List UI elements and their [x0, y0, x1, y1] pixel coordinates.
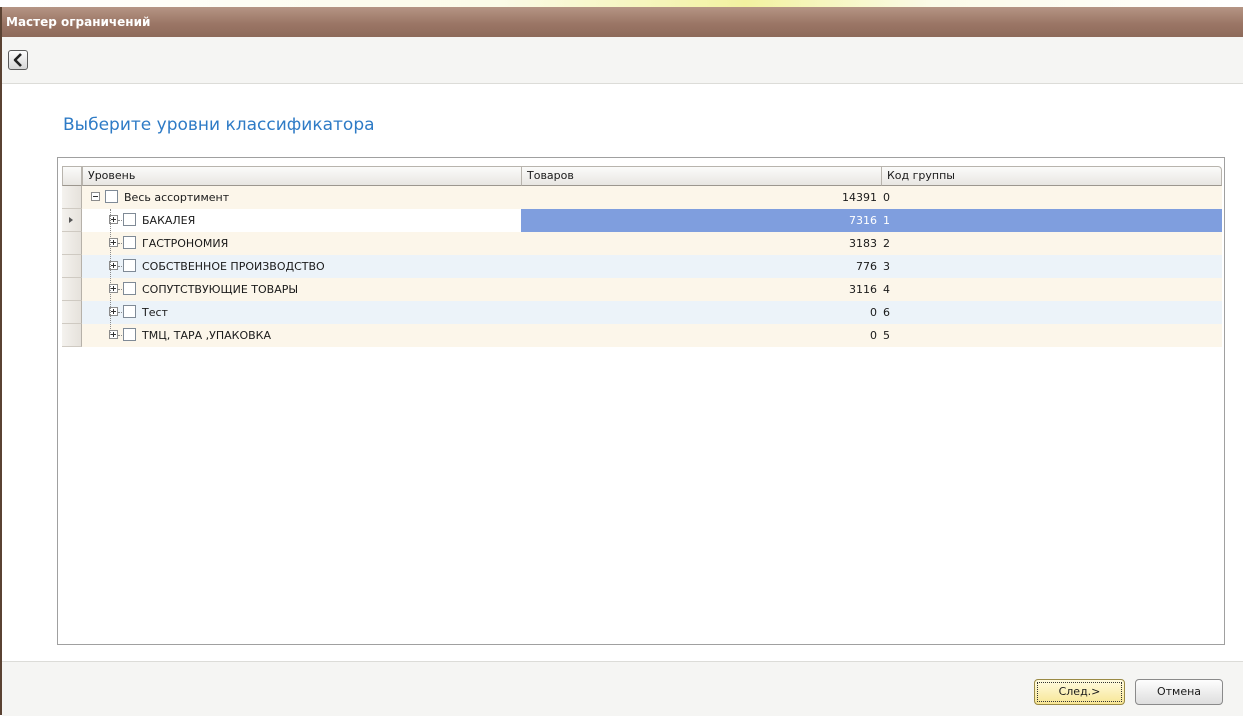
level-label: ТМЦ, ТАРА ,УПАКОВКА: [142, 329, 271, 342]
count-cell: 3183: [521, 232, 881, 255]
level-label: Тест: [142, 306, 168, 319]
count-cell: 14391: [521, 186, 881, 209]
row-checkbox[interactable]: [123, 282, 136, 295]
cancel-button[interactable]: Отмена: [1135, 679, 1223, 705]
row-indicator: [62, 209, 82, 232]
toolbar: [2, 37, 1243, 84]
wizard-footer: След.> Отмена: [2, 661, 1243, 716]
column-header-count[interactable]: Товаров: [521, 166, 882, 186]
level-cell: СОБСТВЕННОЕ ПРОИЗВОДСТВО: [82, 255, 521, 278]
level-cell: Весь ассортимент: [82, 186, 521, 209]
wizard-window: Мастер ограничений Выберите уровни класс…: [0, 7, 1243, 716]
desktop-background: [0, 0, 1243, 7]
tree-connector: [118, 289, 122, 290]
table-row[interactable]: СОБСТВЕННОЕ ПРОИЗВОДСТВО 776 3: [62, 255, 1222, 278]
level-cell: ГАСТРОНОМИЯ: [82, 232, 521, 255]
row-indicator: [62, 278, 82, 301]
group-code-cell: 3: [881, 255, 1222, 278]
group-code-cell: 1: [881, 209, 1222, 232]
tree-connector: [118, 220, 122, 221]
tree-connector: [118, 266, 122, 267]
count-cell: 7316: [521, 209, 881, 232]
level-label: СОБСТВЕННОЕ ПРОИЗВОДСТВО: [142, 260, 325, 273]
collapse-icon[interactable]: [91, 192, 100, 201]
row-checkbox[interactable]: [123, 328, 136, 341]
row-indicator-header: [62, 166, 82, 186]
tree-connector: [118, 243, 122, 244]
row-checkbox[interactable]: [123, 259, 136, 272]
table-row[interactable]: ГАСТРОНОМИЯ 3183 2: [62, 232, 1222, 255]
level-label: Весь ассортимент: [124, 191, 230, 204]
count-cell: 3116: [521, 278, 881, 301]
level-label: ГАСТРОНОМИЯ: [142, 237, 229, 250]
count-cell: 0: [521, 301, 881, 324]
group-code-cell: 4: [881, 278, 1222, 301]
group-code-cell: 6: [881, 301, 1222, 324]
tree-connector: [118, 335, 122, 336]
level-cell: ТМЦ, ТАРА ,УПАКОВКА: [82, 324, 521, 347]
table-row[interactable]: СОПУТСТВУЮЩИЕ ТОВАРЫ 3116 4: [62, 278, 1222, 301]
level-cell: Тест: [82, 301, 521, 324]
count-cell: 0: [521, 324, 881, 347]
window-title: Мастер ограничений: [2, 7, 1243, 37]
current-row-arrow-icon: [69, 217, 73, 223]
count-cell: 776: [521, 255, 881, 278]
row-indicator: [62, 232, 82, 255]
row-checkbox[interactable]: [123, 213, 136, 226]
row-indicator: [62, 186, 82, 209]
column-header-group-code[interactable]: Код группы: [881, 166, 1222, 186]
classifier-grid: Уровень Товаров Код группы Весь ассортим…: [57, 157, 1225, 645]
level-cell: БАКАЛЕЯ: [82, 209, 521, 232]
table-row[interactable]: ТМЦ, ТАРА ,УПАКОВКА 0 5: [62, 324, 1222, 347]
chevron-left-icon: [13, 53, 22, 67]
next-button[interactable]: След.>: [1034, 679, 1125, 705]
table-row[interactable]: Весь ассортимент 14391 0: [62, 186, 1222, 209]
table-row[interactable]: БАКАЛЕЯ 7316 1: [62, 209, 1222, 232]
row-checkbox[interactable]: [123, 236, 136, 249]
row-indicator: [62, 255, 82, 278]
column-header-level[interactable]: Уровень: [82, 166, 522, 186]
page-heading: Выберите уровни классификатора: [63, 115, 375, 135]
back-button[interactable]: [8, 50, 28, 70]
level-cell: СОПУТСТВУЮЩИЕ ТОВАРЫ: [82, 278, 521, 301]
group-code-cell: 2: [881, 232, 1222, 255]
level-label: СОПУТСТВУЮЩИЕ ТОВАРЫ: [142, 283, 299, 296]
row-indicator: [62, 324, 82, 347]
row-checkbox[interactable]: [105, 190, 118, 203]
level-label: БАКАЛЕЯ: [142, 214, 196, 227]
row-indicator: [62, 301, 82, 324]
group-code-cell: 0: [881, 186, 1222, 209]
group-code-cell: 5: [881, 324, 1222, 347]
row-checkbox[interactable]: [123, 305, 136, 318]
tree-connector: [118, 312, 122, 313]
next-button-label: След.>: [1037, 682, 1122, 702]
tree-connector: [110, 209, 111, 335]
table-row[interactable]: Тест 0 6: [62, 301, 1222, 324]
